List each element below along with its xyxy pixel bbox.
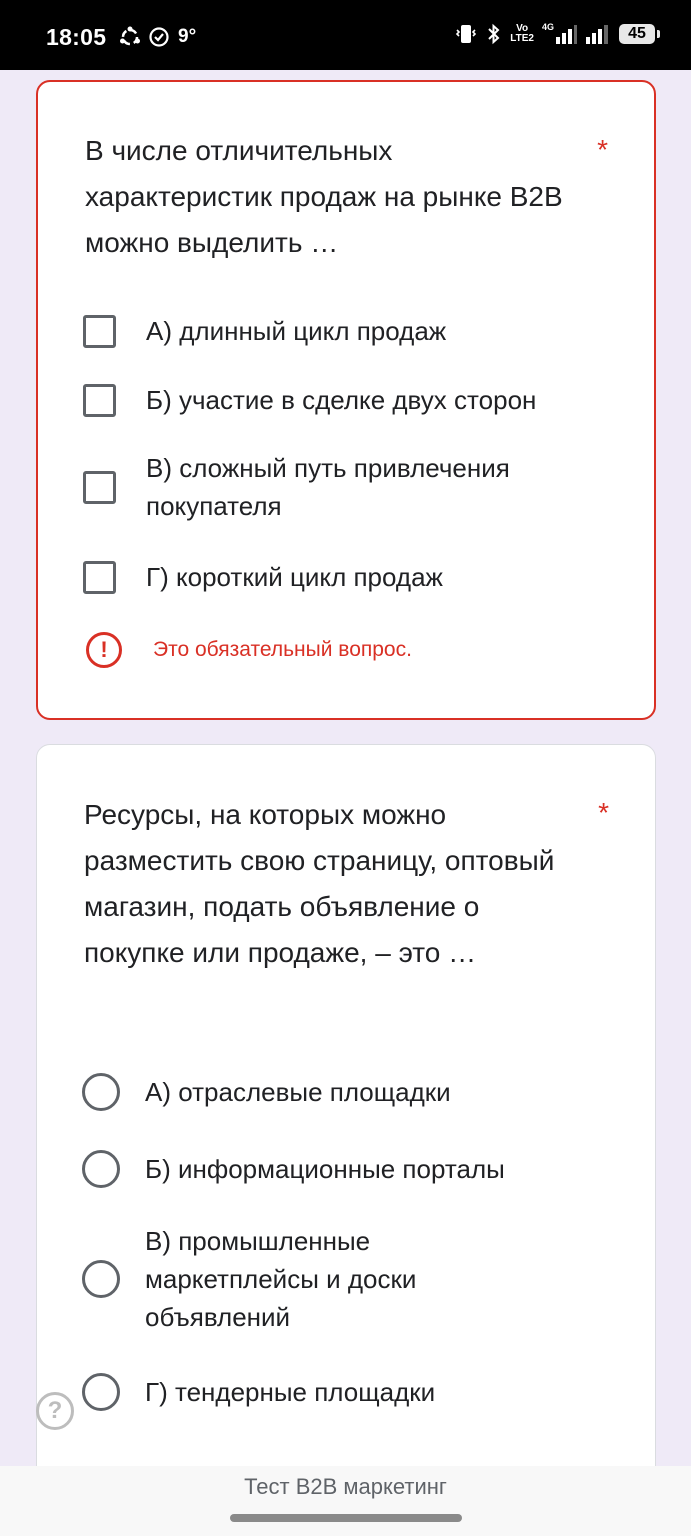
checkbox[interactable] xyxy=(83,314,116,348)
check-circle-icon xyxy=(149,27,169,47)
form-title: Тест B2B маркетинг xyxy=(244,1474,447,1499)
q1-option-d-label: Г) короткий цикл продаж xyxy=(146,562,443,592)
checkbox[interactable] xyxy=(83,383,116,417)
radio-button[interactable] xyxy=(82,1373,120,1411)
radio-button[interactable] xyxy=(82,1260,120,1298)
q1-option-c-label: В) сложный путь привлечения покупателя xyxy=(146,453,510,521)
vibrate-icon xyxy=(456,25,477,43)
bluetooth-icon xyxy=(488,23,500,45)
q1-option-b-label: Б) участие в сделке двух сторон xyxy=(146,385,537,415)
q1-option-d[interactable]: Г) короткий цикл продаж xyxy=(83,558,576,596)
network-type-label: 4G xyxy=(541,22,554,32)
q2-option-c-label: В) промышленные маркетплейсы и доски объ… xyxy=(145,1226,417,1332)
q2-option-a-label: А) отраслевые площадки xyxy=(145,1077,451,1107)
signal-strength-icon xyxy=(556,25,577,44)
question-card-2: Ресурсы, на которых можно разместить сво… xyxy=(36,744,656,1484)
required-asterisk: * xyxy=(597,134,608,165)
error-message: ! Это обязательный вопрос. xyxy=(86,632,412,668)
signal-4g-group: 4G xyxy=(542,23,577,45)
status-left-icons: 9° xyxy=(118,26,196,48)
status-temperature: 9° xyxy=(178,26,197,47)
help-icon[interactable]: ? xyxy=(36,1392,74,1430)
signal-strength-icon-2 xyxy=(586,25,608,44)
q1-option-c[interactable]: В) сложный путь привлечения покупателя xyxy=(83,449,576,525)
q1-option-a[interactable]: А) длинный цикл продаж xyxy=(83,312,576,350)
error-icon: ! xyxy=(86,632,122,668)
volte-indicator: Vo LTE2 xyxy=(510,24,534,44)
q2-option-d[interactable]: Г) тендерные площадки xyxy=(82,1373,575,1411)
checkbox[interactable] xyxy=(83,470,116,504)
q1-option-b[interactable]: Б) участие в сделке двух сторон xyxy=(83,381,576,419)
question-1-title: В числе отличительных характеристик прод… xyxy=(85,135,563,258)
radio-button[interactable] xyxy=(82,1073,120,1111)
q2-option-c[interactable]: В) промышленные маркетплейсы и доски объ… xyxy=(82,1222,505,1336)
volte-bottom-text: LTE2 xyxy=(510,33,534,44)
battery-level: 45 xyxy=(628,25,646,42)
required-asterisk: * xyxy=(598,797,609,828)
status-right-icons: Vo LTE2 4G 45 xyxy=(454,22,660,46)
q2-option-d-label: Г) тендерные площадки xyxy=(145,1377,436,1407)
battery-icon: 45 xyxy=(619,24,660,44)
status-bar: 18:05 9° Vo LTE2 4G 45 xyxy=(0,0,691,70)
q2-option-b[interactable]: Б) информационные порталы xyxy=(82,1150,575,1188)
radio-button[interactable] xyxy=(82,1150,120,1188)
q1-option-a-label: А) длинный цикл продаж xyxy=(146,316,447,346)
question-2-title: Ресурсы, на которых можно разместить сво… xyxy=(84,799,555,968)
question-card-1: В числе отличительных характеристик прод… xyxy=(36,80,656,720)
bottom-bar: Тест B2B маркетинг xyxy=(0,1466,691,1536)
checkbox[interactable] xyxy=(83,560,116,594)
sync-icon xyxy=(120,26,140,46)
q2-option-b-label: Б) информационные порталы xyxy=(145,1154,505,1184)
q2-option-a[interactable]: А) отраслевые площадки xyxy=(82,1073,575,1111)
error-text: Это обязательный вопрос. xyxy=(153,638,412,661)
status-time: 18:05 xyxy=(46,24,107,50)
home-indicator[interactable] xyxy=(230,1514,462,1522)
